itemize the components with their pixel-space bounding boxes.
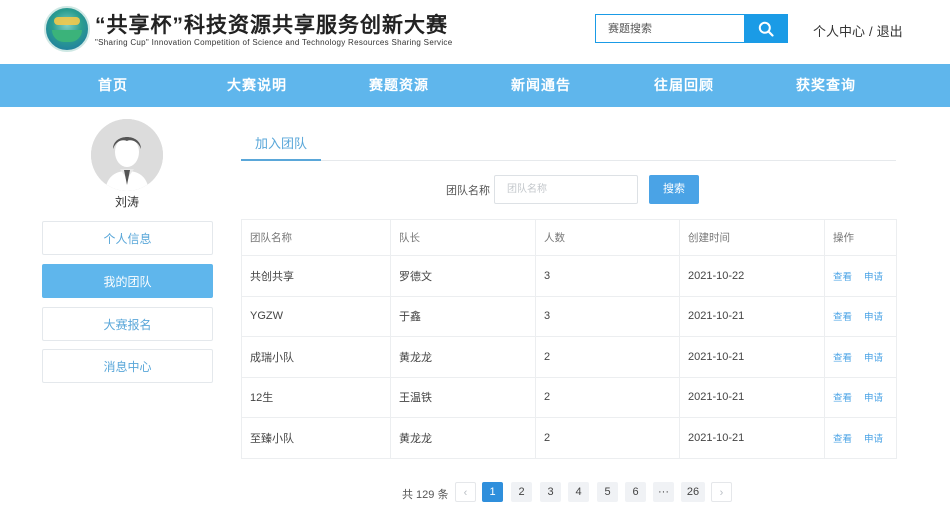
user-center-link[interactable]: 个人中心 (813, 24, 865, 39)
team-name-cell: 12生 (250, 392, 274, 405)
table-row: 共创共享 罗德文 3 2021-10-22 查看 申请 (242, 255, 896, 296)
search-icon (758, 21, 774, 37)
search-input[interactable] (596, 15, 744, 42)
actions-cell: 查看 申请 (824, 377, 898, 417)
date-cell: 2021-10-21 (679, 418, 824, 458)
site-subtitle: "Sharing Cup" Innovation Competition of … (95, 38, 453, 47)
team-name-cell: 共创共享 (250, 270, 294, 283)
view-link[interactable]: 查看 (833, 431, 852, 445)
prev-page-button[interactable]: ‹ (455, 482, 476, 502)
sidebar-item-registration[interactable]: 大赛报名 (42, 307, 213, 341)
table-row: 至臻小队 黄龙龙 2 2021-10-21 查看 申请 (242, 417, 896, 458)
apply-link[interactable]: 申请 (864, 309, 883, 323)
sidebar-item-messages[interactable]: 消息中心 (42, 349, 213, 383)
view-link[interactable]: 查看 (833, 390, 852, 404)
tab-bar: 加入团队 (241, 130, 896, 161)
page-button-2[interactable]: 2 (511, 482, 532, 502)
actions-cell: 查看 申请 (824, 418, 898, 458)
page-button-1[interactable]: 1 (482, 482, 503, 502)
column-header-team-name: 团队名称 (250, 232, 292, 244)
leader-cell: 黄龙龙 (390, 337, 535, 377)
view-link[interactable]: 查看 (833, 350, 852, 364)
pagination-total: 共 129 条 (402, 489, 449, 501)
avatar (91, 119, 163, 191)
filter-label: 团队名称 (446, 185, 490, 197)
page-ellipsis[interactable]: ··· (653, 482, 674, 502)
team-name-cell: YGZW (250, 310, 283, 323)
leader-cell: 于鑫 (390, 296, 535, 336)
count-cell: 2 (535, 418, 679, 458)
page-button-4[interactable]: 4 (568, 482, 589, 502)
site-title: “共享杯”科技资源共享服务创新大赛 (95, 14, 448, 37)
table-row: 12生 王温铁 2 2021-10-21 查看 申请 (242, 376, 898, 417)
nav-home[interactable]: 首页 (98, 64, 128, 107)
user-links: 个人中心 / 退出 (813, 21, 903, 40)
search-box (595, 14, 788, 43)
team-name-input[interactable] (494, 175, 638, 204)
nav-news[interactable]: 新闻通告 (511, 64, 571, 107)
column-header-created: 创建时间 (679, 220, 824, 255)
username: 刘涛 (114, 195, 139, 209)
apply-link[interactable]: 申请 (864, 431, 883, 445)
apply-link[interactable]: 申请 (864, 269, 883, 283)
site-header: “共享杯”科技资源共享服务创新大赛 "Sharing Cup" Innovati… (0, 0, 950, 64)
date-cell: 2021-10-21 (679, 377, 824, 417)
nav-past-review[interactable]: 往届回顾 (654, 64, 714, 107)
count-cell: 3 (535, 256, 679, 296)
actions-cell: 查看 申请 (824, 296, 898, 336)
actions-cell: 查看 申请 (824, 256, 898, 296)
team-search-button[interactable]: 搜索 (649, 175, 699, 204)
actions-cell: 查看 申请 (824, 337, 898, 377)
team-name-cell: 成瑞小队 (250, 351, 294, 364)
page-button-26[interactable]: 26 (681, 482, 705, 502)
link-separator: / (869, 24, 873, 39)
leader-cell: 黄龙龙 (390, 418, 535, 458)
nav-topic-resources[interactable]: 赛题资源 (369, 64, 429, 107)
team-name-cell: 至臻小队 (250, 432, 294, 445)
leader-cell: 王温铁 (390, 377, 535, 417)
count-cell: 2 (535, 377, 679, 417)
logo-icon[interactable] (44, 6, 90, 52)
view-link[interactable]: 查看 (833, 309, 852, 323)
logout-link[interactable]: 退出 (877, 24, 903, 39)
team-table: 团队名称 队长 人数 创建时间 操作 共创共享 罗德文 3 2021-10-22… (241, 219, 897, 459)
column-header-count: 人数 (535, 220, 679, 255)
tab-join-team[interactable]: 加入团队 (241, 130, 321, 161)
apply-link[interactable]: 申请 (864, 390, 883, 404)
date-cell: 2021-10-21 (679, 296, 824, 336)
main-nav: 首页 大赛说明 赛题资源 新闻通告 往届回顾 获奖查询 (0, 64, 950, 107)
next-page-button[interactable]: › (711, 482, 732, 502)
nav-competition-info[interactable]: 大赛说明 (227, 64, 287, 107)
table-row: 成瑞小队 黄龙龙 2 2021-10-21 查看 申请 (242, 336, 896, 377)
sidebar-item-personal-info[interactable]: 个人信息 (42, 221, 213, 255)
table-header-row: 团队名称 队长 人数 创建时间 操作 (242, 220, 896, 255)
page-button-3[interactable]: 3 (540, 482, 561, 502)
leader-cell: 罗德文 (390, 256, 535, 296)
nav-award-query[interactable]: 获奖查询 (796, 64, 856, 107)
column-header-actions: 操作 (824, 220, 898, 255)
page-button-6[interactable]: 6 (625, 482, 646, 502)
user-avatar-icon (91, 119, 163, 191)
date-cell: 2021-10-22 (679, 256, 824, 296)
search-button[interactable] (744, 15, 787, 42)
count-cell: 3 (535, 296, 679, 336)
column-header-leader: 队长 (390, 220, 535, 255)
date-cell: 2021-10-21 (679, 337, 824, 377)
table-row: YGZW 于鑫 3 2021-10-21 查看 申请 (242, 295, 898, 336)
sidebar-item-my-team[interactable]: 我的团队 (42, 264, 213, 298)
count-cell: 2 (535, 337, 679, 377)
view-link[interactable]: 查看 (833, 269, 852, 283)
apply-link[interactable]: 申请 (864, 350, 883, 364)
page-button-5[interactable]: 5 (597, 482, 618, 502)
